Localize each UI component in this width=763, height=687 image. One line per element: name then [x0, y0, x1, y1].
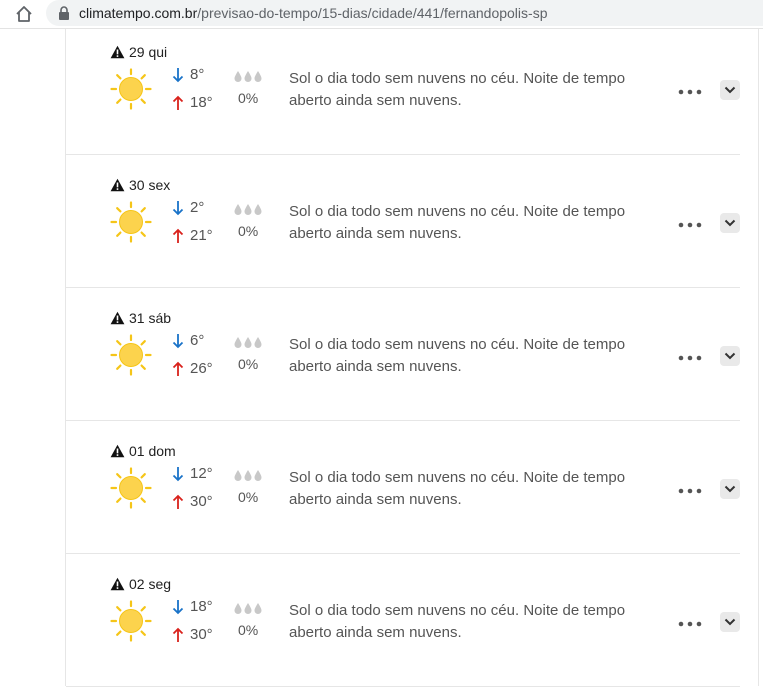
max-temperature-value: 30° — [190, 626, 213, 643]
day-date: 02 seg — [129, 576, 172, 592]
day-date: 31 sáb — [129, 310, 172, 326]
forecast-page: 29 qui 8° 18° 0% Sol o dia todo sem nuve… — [0, 29, 763, 687]
chevron-down-icon — [724, 352, 736, 360]
max-temperature: 30° — [172, 626, 213, 643]
min-temperature: 6° — [172, 332, 204, 349]
arrow-up-icon — [172, 95, 184, 110]
min-temperature-value: 2° — [190, 199, 205, 216]
arrow-up-icon — [172, 228, 184, 243]
min-temperature-value: 8° — [190, 66, 205, 83]
day-date: 29 qui — [129, 44, 168, 60]
sun-icon — [110, 201, 152, 243]
max-temperature-value: 18° — [190, 94, 213, 111]
raindrops-icon — [234, 204, 262, 215]
max-temperature-value: 30° — [190, 493, 213, 510]
day-header: 31 sáb — [110, 310, 171, 326]
warning-icon[interactable] — [110, 577, 125, 591]
raindrops-icon — [234, 337, 262, 348]
warning-icon[interactable] — [110, 311, 125, 325]
min-temperature-value: 12° — [190, 465, 213, 482]
day-description: Sol o dia todo sem nuvens no céu. Noite … — [289, 203, 626, 242]
lock-icon — [59, 6, 69, 20]
expand-button[interactable] — [720, 213, 740, 233]
url-path: /previsao-do-tempo/15-dias/cidade/441/fe… — [197, 5, 548, 21]
precipitation-chance: 0% — [238, 223, 259, 239]
more-icon[interactable] — [678, 354, 702, 362]
forecast-day: 31 sáb 6° 26° 0% Sol o dia todo sem nuve… — [66, 288, 740, 421]
chevron-down-icon — [724, 618, 736, 626]
forecast-day: 02 seg 18° 30° 0% Sol o dia todo sem nuv… — [66, 554, 740, 687]
content-right-border — [758, 29, 759, 686]
arrow-down-icon — [172, 67, 184, 82]
min-temperature-value: 6° — [190, 332, 205, 349]
url-host: climatempo.com.br — [79, 5, 198, 21]
precipitation-chance: 0% — [238, 622, 259, 638]
min-temperature: 2° — [172, 199, 204, 216]
day-header: 30 sex — [110, 177, 170, 193]
home-icon[interactable] — [14, 4, 34, 24]
day-description: Sol o dia todo sem nuvens no céu. Noite … — [289, 469, 626, 508]
forecast-day: 29 qui 8° 18° 0% Sol o dia todo sem nuve… — [66, 22, 740, 155]
more-icon[interactable] — [678, 221, 702, 229]
day-date: 01 dom — [129, 443, 176, 459]
expand-button[interactable] — [720, 479, 740, 499]
warning-icon[interactable] — [110, 45, 125, 59]
more-icon[interactable] — [678, 487, 702, 495]
chevron-down-icon — [724, 219, 736, 227]
precipitation-chance: 0% — [238, 90, 259, 106]
sun-icon — [110, 467, 152, 509]
raindrops-icon — [234, 470, 262, 481]
chevron-down-icon — [724, 485, 736, 493]
min-temperature: 18° — [172, 598, 213, 615]
sun-icon — [110, 68, 152, 110]
day-header: 01 dom — [110, 443, 176, 459]
day-header: 29 qui — [110, 44, 167, 60]
max-temperature: 18° — [172, 94, 213, 111]
precipitation-chance: 0% — [238, 489, 259, 505]
forecast-day: 01 dom 12° 30° 0% Sol o dia todo sem nuv… — [66, 421, 740, 554]
day-header: 02 seg — [110, 576, 171, 592]
more-icon[interactable] — [678, 620, 702, 628]
arrow-down-icon — [172, 599, 184, 614]
arrow-up-icon — [172, 361, 184, 376]
min-temperature: 8° — [172, 66, 204, 83]
max-temperature: 26° — [172, 360, 213, 377]
max-temperature-value: 26° — [190, 360, 213, 377]
max-temperature: 30° — [172, 493, 213, 510]
max-temperature-value: 21° — [190, 227, 213, 244]
chevron-down-icon — [724, 86, 736, 94]
day-date: 30 sex — [129, 177, 171, 193]
warning-icon[interactable] — [110, 444, 125, 458]
arrow-up-icon — [172, 494, 184, 509]
sun-icon — [110, 334, 152, 376]
min-temperature-value: 18° — [190, 598, 213, 615]
url-text[interactable]: climatempo.com.br/previsao-do-tempo/15-d… — [79, 4, 547, 22]
expand-button[interactable] — [720, 612, 740, 632]
min-temperature: 12° — [172, 465, 213, 482]
day-description: Sol o dia todo sem nuvens no céu. Noite … — [289, 336, 626, 375]
precipitation-chance: 0% — [238, 356, 259, 372]
arrow-up-icon — [172, 627, 184, 642]
sun-icon — [110, 600, 152, 642]
expand-button[interactable] — [720, 80, 740, 100]
raindrops-icon — [234, 603, 262, 614]
raindrops-icon — [234, 71, 262, 82]
more-icon[interactable] — [678, 88, 702, 96]
expand-button[interactable] — [720, 346, 740, 366]
day-description: Sol o dia todo sem nuvens no céu. Noite … — [289, 70, 626, 109]
warning-icon[interactable] — [110, 178, 125, 192]
max-temperature: 21° — [172, 227, 213, 244]
arrow-down-icon — [172, 466, 184, 481]
day-description: Sol o dia todo sem nuvens no céu. Noite … — [289, 602, 626, 641]
forecast-day: 30 sex 2° 21° 0% Sol o dia todo sem nuve… — [66, 155, 740, 288]
arrow-down-icon — [172, 200, 184, 215]
arrow-down-icon — [172, 333, 184, 348]
